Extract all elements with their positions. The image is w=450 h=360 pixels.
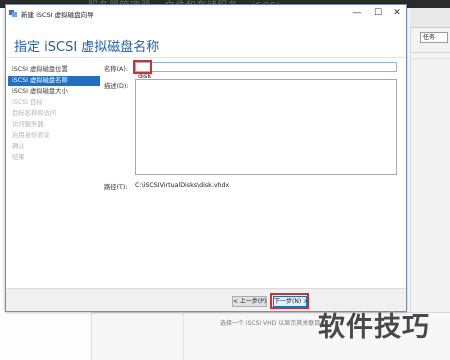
description-input[interactable] [136, 80, 396, 174]
nav-item-authentication: 启用身份验证 [12, 132, 50, 139]
nav-item-disk-location[interactable]: iSCSI 虚拟磁盘位置 [8, 65, 100, 75]
nav-item-iscsi-target: iSCSI 目标 [12, 99, 43, 106]
description-field-wrapper [135, 79, 397, 175]
name-label: 名称(A): [104, 66, 128, 73]
close-button[interactable]: ✕ [386, 5, 408, 22]
watermark-text: 软件技巧 [318, 312, 430, 343]
next-highlight-box [270, 293, 309, 309]
server-manager-toolbar [410, 8, 450, 28]
nav-item-results: 结果 [12, 154, 25, 161]
nav-item-disk-name[interactable]: iSCSI 虚拟磁盘名称 [8, 76, 100, 86]
page-title: 指定 iSCSI 虚拟磁盘名称 [14, 40, 160, 55]
wizard-steps-nav: iSCSI 虚拟磁盘位置 iSCSI 虚拟磁盘名称 iSCSI 虚拟磁盘大小 i… [6, 59, 102, 285]
server-manager-left-pane [0, 312, 92, 360]
path-label: 路径(T): [104, 184, 128, 191]
divider [412, 58, 450, 59]
dialog-titlebar[interactable]: 新建 iSCSI 虚拟磁盘向导 — ☐ ✕ [6, 5, 406, 22]
previous-button[interactable]: < 上一步(P) [232, 296, 267, 307]
nav-item-disk-size[interactable]: iSCSI 虚拟磁盘大小 [8, 87, 100, 97]
wizard-header: 指定 iSCSI 虚拟磁盘名称 [6, 22, 406, 58]
dialog-title: 新建 iSCSI 虚拟磁盘向导 [21, 11, 94, 19]
wizard-content: 名称(A): 描述(D): 路径(T): C:\iSCSIVirtualDisk… [104, 59, 404, 285]
nav-item-target-name-access: 目标名称和访问 [12, 110, 57, 117]
minimize-button[interactable]: — [346, 5, 368, 22]
nav-item-confirmation: 确认 [12, 143, 25, 150]
wizard-icon [9, 10, 17, 17]
path-value: C:\iSCSIVirtualDisks\disk.vhdx [135, 182, 230, 189]
name-field-wrapper [135, 62, 397, 80]
new-iscsi-virtual-disk-wizard: 新建 iSCSI 虚拟磁盘向导 — ☐ ✕ 指定 iSCSI 虚拟磁盘名称 iS… [5, 4, 407, 312]
description-label: 描述(D): [104, 83, 129, 90]
status-text: 选择一个 iSCSI VHD 以显示其关联目 [220, 320, 321, 327]
name-highlight-box [133, 60, 152, 74]
divider [412, 52, 450, 53]
server-manager-mid-pane [92, 312, 184, 360]
nav-item-access-servers: 访问服务器 [12, 121, 44, 128]
tasks-dropdown[interactable]: 任务 [420, 32, 448, 43]
